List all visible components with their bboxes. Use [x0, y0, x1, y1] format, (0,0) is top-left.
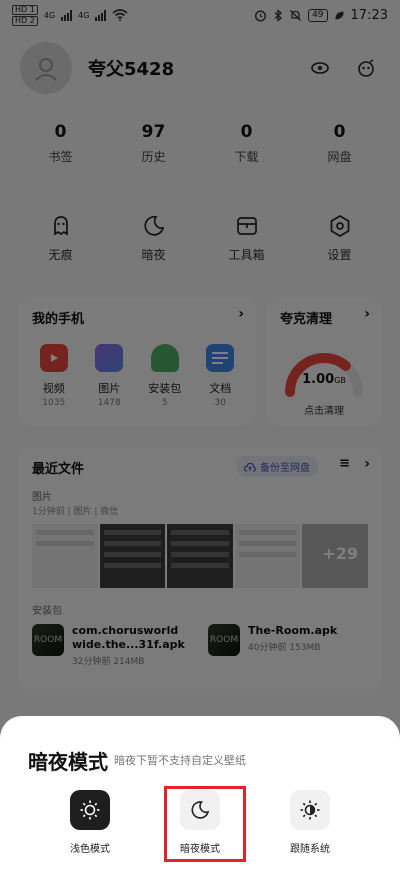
- highlight-box: [164, 786, 246, 862]
- follow-system-option[interactable]: 跟随系统: [262, 790, 358, 870]
- half-sun-icon: [290, 790, 330, 830]
- sun-icon: [70, 790, 110, 830]
- sheet-title: 暗夜模式: [28, 750, 108, 774]
- light-mode-option[interactable]: 浅色模式: [42, 790, 138, 870]
- sheet-subtitle: 暗夜下暂不支持自定义壁纸: [114, 754, 246, 767]
